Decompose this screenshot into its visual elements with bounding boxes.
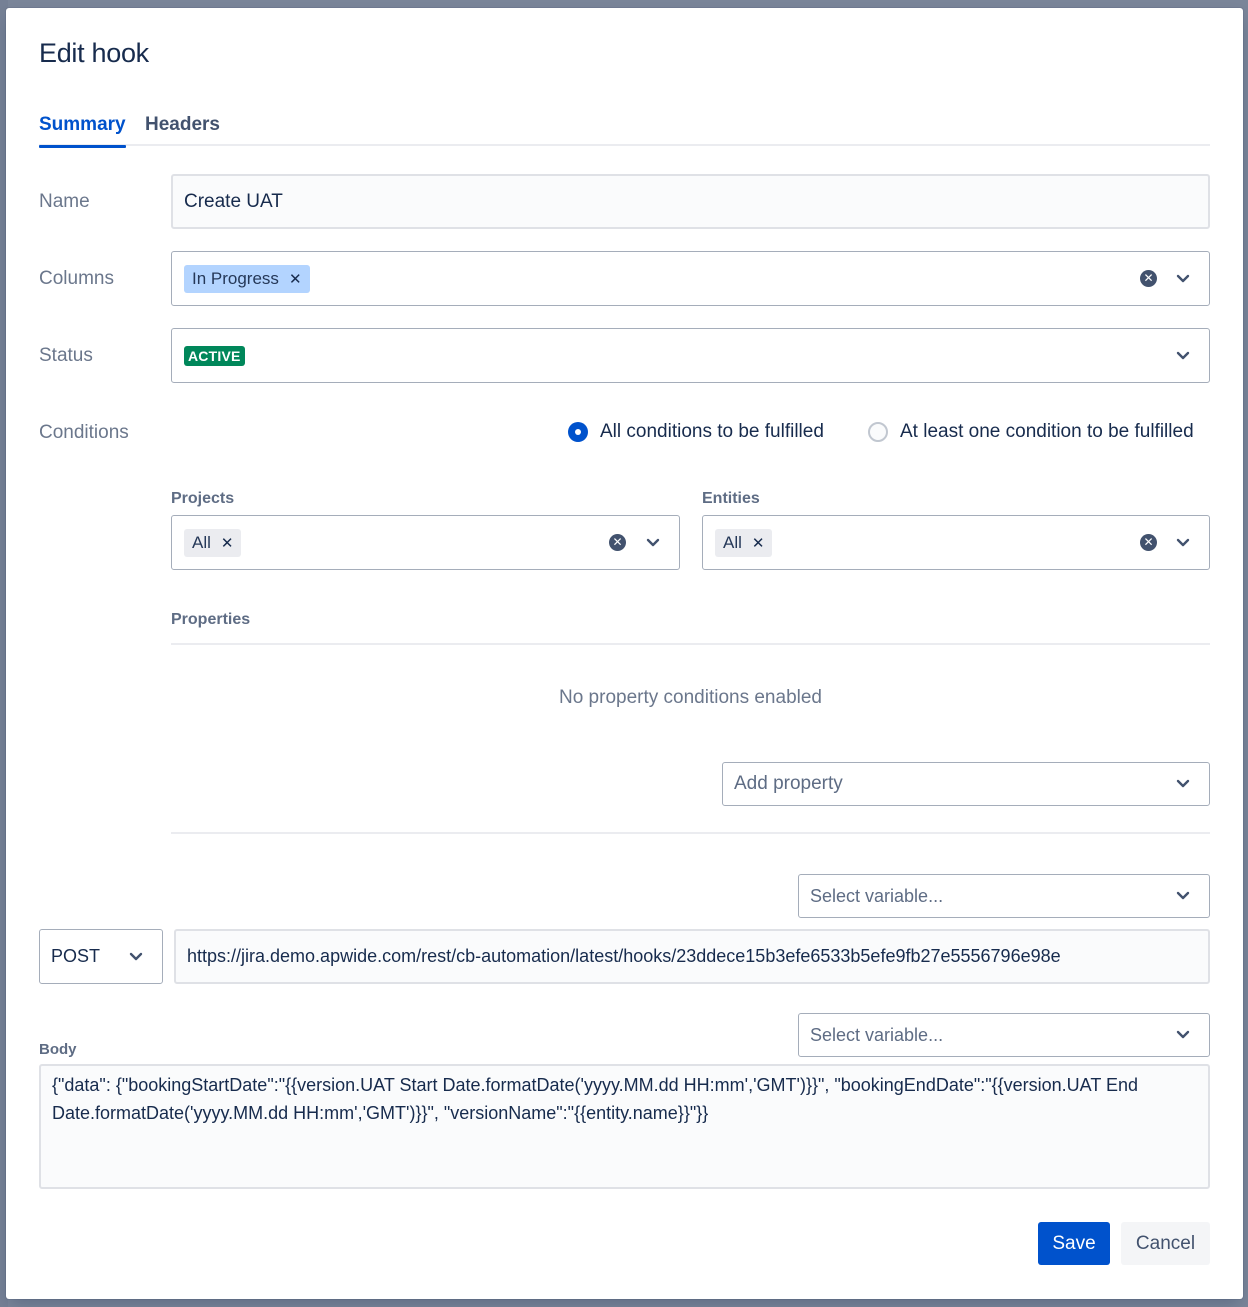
radio-any-condition-label: At least one condition to be fulfilled <box>900 421 1194 442</box>
name-label: Name <box>39 191 90 212</box>
chevron-down-icon[interactable] <box>1176 274 1190 284</box>
name-input[interactable]: Create UAT <box>171 174 1210 229</box>
clear-icon[interactable]: ✕ <box>1140 534 1157 551</box>
radio-all-conditions[interactable]: All conditions to be fulfilled <box>568 421 824 443</box>
radio-any-condition[interactable]: At least one condition to be fulfilled <box>868 421 1194 443</box>
columns-chip: In Progress ✕ <box>184 264 310 293</box>
cancel-button[interactable]: Cancel <box>1121 1222 1210 1265</box>
chevron-down-icon[interactable] <box>129 952 143 962</box>
body-label: Body <box>39 1041 77 1058</box>
body-variable-placeholder: Select variable... <box>810 1024 944 1045</box>
add-property-select[interactable]: Add property <box>722 762 1210 806</box>
url-input[interactable]: https://jira.demo.apwide.com/rest/cb-aut… <box>174 929 1210 984</box>
http-method-value: POST <box>51 946 101 966</box>
chevron-down-icon[interactable] <box>646 538 660 548</box>
tab-summary[interactable]: Summary <box>39 112 126 148</box>
dialog-title: Edit hook <box>39 38 149 68</box>
chevron-down-icon[interactable] <box>1176 779 1190 789</box>
conditions-divider <box>171 832 1210 834</box>
name-input-value: Create UAT <box>184 190 283 212</box>
projects-chip-label: All <box>192 532 211 552</box>
http-method-select[interactable]: POST <box>39 929 163 984</box>
status-badge: ACTIVE <box>184 345 245 366</box>
columns-select[interactable]: In Progress ✕ ✕ <box>171 251 1210 306</box>
clear-icon[interactable]: ✕ <box>1140 270 1157 287</box>
edit-hook-dialog: Edit hook Summary Headers Name Create UA… <box>6 8 1243 1299</box>
status-select[interactable]: ACTIVE <box>171 328 1210 383</box>
clear-icon[interactable]: ✕ <box>609 534 626 551</box>
entities-chip-label: All <box>723 532 742 552</box>
properties-empty-text: No property conditions enabled <box>558 687 822 708</box>
chevron-down-icon[interactable] <box>1176 1030 1190 1040</box>
save-button[interactable]: Save <box>1038 1222 1110 1265</box>
radio-checked[interactable] <box>568 422 588 442</box>
tab-bar: Summary Headers <box>39 112 1210 148</box>
properties-label: Properties <box>171 611 251 628</box>
add-property-placeholder: Add property <box>734 773 843 794</box>
columns-chip-label: In Progress <box>192 268 279 288</box>
entities-chip: All ✕ <box>715 528 773 557</box>
remove-chip-icon[interactable]: ✕ <box>221 534 234 552</box>
tab-headers[interactable]: Headers <box>145 112 220 146</box>
url-variable-select[interactable]: Select variable... <box>798 874 1210 918</box>
body-variable-select[interactable]: Select variable... <box>798 1013 1210 1057</box>
properties-divider <box>171 643 1210 645</box>
projects-chip: All ✕ <box>184 528 242 557</box>
body-textarea[interactable]: {"data": {"bookingStartDate":"{{version.… <box>39 1064 1210 1189</box>
radio-all-conditions-label: All conditions to be fulfilled <box>600 421 824 442</box>
url-input-value: https://jira.demo.apwide.com/rest/cb-aut… <box>187 946 1061 966</box>
projects-label: Projects <box>171 490 235 507</box>
remove-chip-icon[interactable]: ✕ <box>752 534 765 552</box>
status-label: Status <box>39 345 93 366</box>
url-variable-placeholder: Select variable... <box>810 885 944 906</box>
projects-select[interactable]: All ✕ ✕ <box>171 515 680 570</box>
columns-label: Columns <box>39 268 114 289</box>
entities-select[interactable]: All ✕ ✕ <box>702 515 1210 570</box>
entities-label: Entities <box>702 490 760 507</box>
chevron-down-icon[interactable] <box>1176 891 1190 901</box>
chevron-down-icon[interactable] <box>1176 351 1190 361</box>
chevron-down-icon[interactable] <box>1176 538 1190 548</box>
radio-unchecked[interactable] <box>868 422 888 442</box>
conditions-label: Conditions <box>39 422 129 443</box>
remove-chip-icon[interactable]: ✕ <box>289 270 302 288</box>
